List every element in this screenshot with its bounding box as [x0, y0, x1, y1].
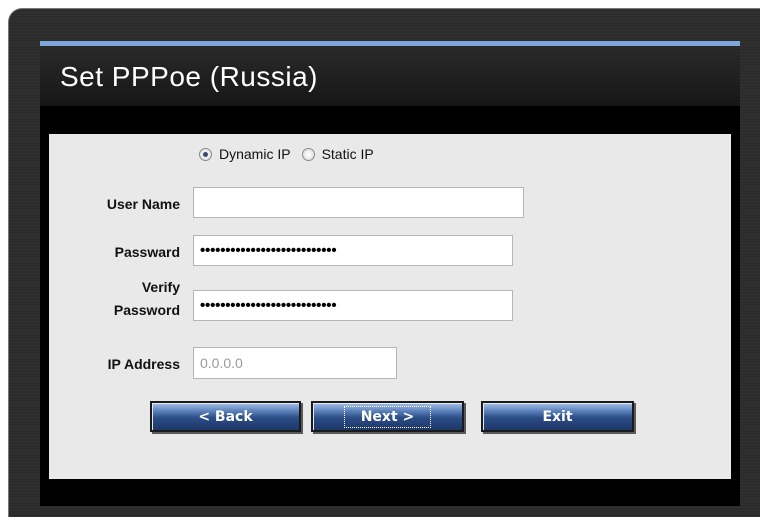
- next-button-label: Next >: [343, 405, 432, 428]
- page-title: Set PPPoe (Russia): [60, 61, 318, 92]
- form-area: Dynamic IP Static IP User Name Passward …: [49, 134, 731, 479]
- verify-label-line2: Password: [113, 302, 180, 318]
- username-label: User Name: [106, 196, 180, 212]
- password-label: Passward: [114, 244, 180, 260]
- static-ip-radio[interactable]: [301, 147, 315, 161]
- ip-address-field[interactable]: 0.0.0.0: [193, 347, 397, 379]
- exit-button-label: Exit: [542, 408, 573, 425]
- footer-bar: [40, 479, 740, 506]
- ip-address-label: IP Address: [107, 356, 180, 372]
- verify-label-line1: Verify: [141, 279, 180, 295]
- title-bar: Set PPPoe (Russia): [40, 41, 740, 106]
- back-button[interactable]: < Back: [150, 401, 301, 432]
- back-button-label: < Back: [198, 408, 253, 425]
- static-ip-label[interactable]: Static IP: [322, 146, 374, 162]
- connection-type-radio-group: Dynamic IP Static IP: [199, 146, 385, 162]
- wizard-panel: Set PPPoe (Russia) Dynamic IP Static IP …: [40, 41, 740, 506]
- verify-password-field[interactable]: •••••••••••••••••••••••••••: [193, 290, 513, 321]
- dynamic-ip-label[interactable]: Dynamic IP: [219, 146, 291, 162]
- dynamic-ip-radio[interactable]: [199, 147, 212, 161]
- exit-button[interactable]: Exit: [481, 401, 634, 432]
- password-field[interactable]: •••••••••••••••••••••••••••: [193, 235, 513, 266]
- next-button[interactable]: Next >: [311, 401, 464, 432]
- username-field[interactable]: [193, 187, 524, 218]
